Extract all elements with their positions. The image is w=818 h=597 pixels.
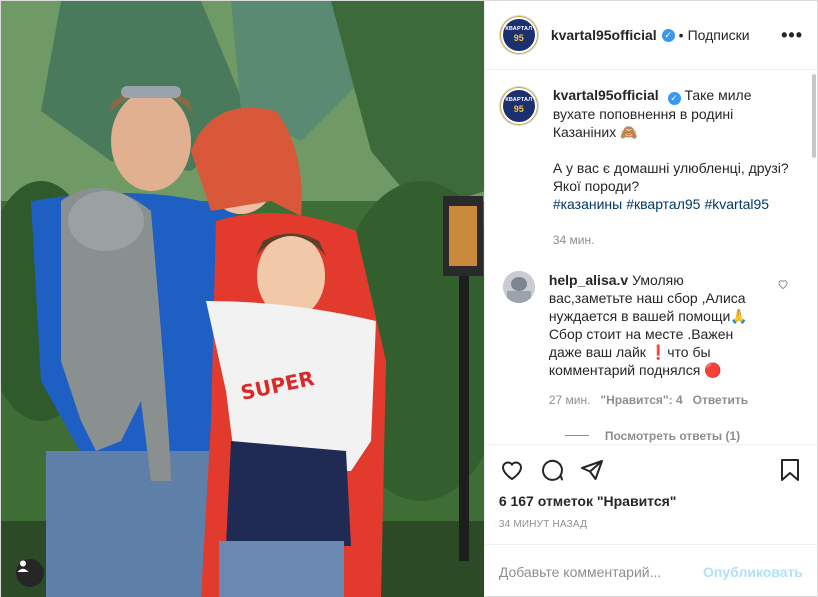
caption-username[interactable]: kvartal95official <box>553 87 659 103</box>
save-button[interactable] <box>777 457 803 483</box>
share-button[interactable] <box>579 457 605 483</box>
comment-likes[interactable]: "Нравится": 4 <box>600 391 682 409</box>
caption-avatar[interactable]: КВАРТАЛ 95 <box>498 86 539 126</box>
following-button[interactable]: Подписки <box>688 27 750 43</box>
tagged-people-button[interactable] <box>16 559 44 587</box>
more-options-button[interactable]: ••• <box>781 25 803 46</box>
post-photo[interactable]: SUPER <box>1 1 484 597</box>
comment-meta: 27 мин. "Нравится": 4 Ответить <box>549 391 759 409</box>
caption: КВАРТАЛ 95 kvartal95official ✓ Таке миле… <box>498 86 803 249</box>
hashtag-link[interactable]: #kvartal95 <box>704 196 769 212</box>
view-replies-label: Посмотреть ответы (1) <box>604 428 741 443</box>
caption-body: kvartal95official ✓ Таке миле вухате поп… <box>553 86 793 249</box>
avatar-image <box>502 270 535 303</box>
comment-body: help_alisa.v Умоляю вас,заметьте наш сбо… <box>549 271 759 409</box>
post-timestamp[interactable]: 34 минут назад <box>499 519 803 530</box>
separator: • <box>678 27 684 43</box>
like-button[interactable] <box>499 457 525 483</box>
scrollbar-thumb[interactable] <box>812 74 816 158</box>
hashtag-link[interactable]: #казанины <box>553 196 622 212</box>
verified-badge-icon: ✓ <box>661 28 675 42</box>
logo-number: 95 <box>513 103 524 114</box>
person-icon <box>17 560 29 572</box>
heart-icon <box>501 461 522 481</box>
kvartal-logo: КВАРТАЛ 95 <box>500 88 537 124</box>
kvartal-logo: КВАРТАЛ 95 <box>500 17 537 53</box>
logo-text: КВАРТАЛ <box>505 97 533 104</box>
commenter-avatar[interactable] <box>502 270 535 303</box>
verified-badge-icon: ✓ <box>667 91 681 105</box>
likes-count[interactable]: 6 167 отметок "Нравится" <box>499 493 803 509</box>
publish-button[interactable]: Опубликовать <box>703 564 803 580</box>
header-username[interactable]: kvartal95official <box>551 27 657 43</box>
action-buttons <box>499 445 803 495</box>
bookmark-icon <box>781 459 799 481</box>
photo-illustration: SUPER <box>1 1 484 597</box>
heart-outline-icon <box>778 279 788 289</box>
logo-number: 95 <box>513 32 524 43</box>
comment-like-heart-icon[interactable] <box>777 277 789 295</box>
hashtag-list: #казанины #квартал95 #kvartal95 <box>553 195 793 213</box>
comments-area[interactable]: КВАРТАЛ 95 kvartal95official ✓ Таке миле… <box>485 70 817 444</box>
comment-bubble-icon <box>541 459 563 481</box>
post-actions: 6 167 отметок "Нравится" 34 минут назад <box>484 444 817 544</box>
post-header: КВАРТАЛ 95 kvartal95official ✓ • Подписк… <box>484 1 817 70</box>
comment-input[interactable] <box>498 563 704 580</box>
caption-time[interactable]: 34 мин. <box>553 231 793 249</box>
replies-divider <box>564 435 589 436</box>
monkey-emoji-icon: 🙈 <box>620 123 638 140</box>
instagram-post: SUPER КВАРТАЛ 95 kvartal95official ✓ • П… <box>0 0 818 597</box>
paper-plane-icon <box>580 460 603 480</box>
post-sidebar: КВАРТАЛ 95 kvartal95official ✓ • Подписк… <box>483 1 817 597</box>
hashtag-link[interactable]: #квартал95 <box>626 196 700 212</box>
comment-button[interactable] <box>539 457 565 483</box>
comment-time[interactable]: 27 мин. <box>549 391 591 409</box>
logo-text: КВАРТАЛ <box>505 26 533 33</box>
avatar[interactable]: КВАРТАЛ 95 <box>498 15 539 55</box>
comment-username[interactable]: help_alisa.v <box>549 272 628 288</box>
reply-button[interactable]: Ответить <box>693 391 748 409</box>
caption-text-line2: А у вас є домашні улюбленці, друзі? Якої… <box>552 159 789 194</box>
comment: help_alisa.v Умоляю вас,заметьте наш сбо… <box>499 270 803 409</box>
view-replies-button[interactable]: Посмотреть ответы (1) <box>564 428 803 443</box>
add-comment-form: Опубликовать <box>484 544 817 597</box>
